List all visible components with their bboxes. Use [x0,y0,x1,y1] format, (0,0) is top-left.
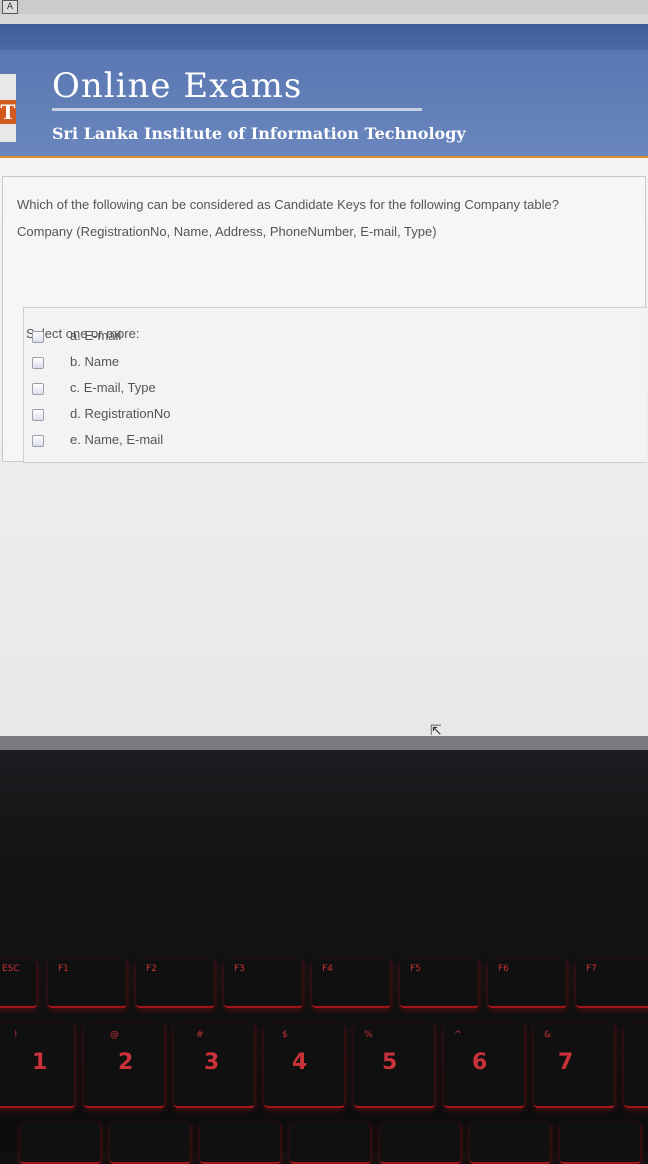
key-1-shift: ! [14,1030,18,1040]
key-6-shift: ^ [454,1030,462,1040]
key-1[interactable]: 1! [0,1024,75,1108]
option-b-label[interactable]: b. Name [70,354,119,369]
option-d-checkbox[interactable] [32,409,44,421]
key-f3-label: F3 [234,964,245,974]
main-content: Which of the following can be considered… [0,158,648,739]
key-r[interactable] [290,1122,371,1164]
key-2-label: 2 [118,1050,134,1075]
key-w[interactable] [110,1122,191,1164]
key-5-label: 5 [382,1050,398,1075]
key-q[interactable] [20,1122,101,1164]
keyboard: ESC F1 F2 F3 F4 F5 F6 F7 1! 2 @ 3 # 4 $ 5% … [0,840,648,1164]
key-8[interactable] [624,1024,648,1108]
option-b-checkbox[interactable] [32,357,44,369]
option-d-label[interactable]: d. RegistrationNo [70,406,170,421]
option-e[interactable]: e. Name, E-mail [32,432,332,452]
question-card: Which of the following can be considered… [2,176,647,463]
browser-gap [0,14,648,24]
key-f5-label: F5 [410,964,421,974]
key-f1-label: F1 [58,964,69,974]
key-3-label: 3 [204,1050,220,1075]
logo-letter: T [0,100,16,124]
header-divider [52,108,422,111]
site-title: Online Exams [52,66,303,106]
key-6[interactable]: 6 ^ [444,1024,525,1108]
key-5[interactable]: 5% [354,1024,435,1108]
key-y[interactable] [470,1122,551,1164]
question-schema: Company (RegistrationNo, Name, Address, … [17,224,437,239]
key-e[interactable] [200,1122,281,1164]
monitor-bezel [0,736,648,750]
key-6-label: 6 [472,1050,488,1075]
key-4-shift: $ [282,1030,288,1040]
key-f1[interactable]: F1 [48,960,127,1008]
question-text: Which of the following can be considered… [17,197,559,212]
answer-block: Select one or more: a. E-mail b. Name c.… [23,307,647,463]
key-4[interactable]: 4 $ [264,1024,345,1108]
key-esc-label: ESC [2,964,20,974]
key-esc[interactable]: ESC [0,960,37,1008]
key-f5[interactable]: F5 [400,960,479,1008]
option-a[interactable]: a. E-mail [32,328,332,348]
key-3[interactable]: 3 # [174,1024,255,1108]
key-t[interactable] [380,1122,461,1164]
browser-top-strip: A [0,0,648,14]
key-f3[interactable]: F3 [224,960,303,1008]
key-f2-label: F2 [146,964,157,974]
page-icon[interactable]: A [2,0,18,14]
key-4-label: 4 [292,1050,308,1075]
question-text-block: Which of the following can be considered… [17,191,637,245]
option-a-checkbox[interactable] [32,331,44,343]
option-e-label[interactable]: e. Name, E-mail [70,432,163,447]
key-u[interactable] [560,1122,641,1164]
key-7-shift: & [544,1030,552,1040]
key-f6-label: F6 [498,964,509,974]
key-f2[interactable]: F2 [136,960,215,1008]
sliit-logo: T [0,74,16,142]
site-header: T Online Exams Sri Lanka Institute of In… [0,50,648,156]
key-7-label: 7 [558,1050,574,1075]
key-f4[interactable]: F4 [312,960,391,1008]
key-7[interactable]: 7 & [534,1024,615,1108]
key-1-label: 1 [32,1050,48,1075]
header-top-band [0,24,648,50]
option-b[interactable]: b. Name [32,354,332,374]
key-f7-label: F7 [586,964,597,974]
key-3-shift: # [196,1030,204,1040]
key-2[interactable]: 2 @ [84,1024,165,1108]
option-a-label[interactable]: a. E-mail [70,328,121,343]
option-c-checkbox[interactable] [32,383,44,395]
site-subtitle: Sri Lanka Institute of Information Techn… [52,124,466,143]
key-f6[interactable]: F6 [488,960,567,1008]
key-f4-label: F4 [322,964,333,974]
key-f7[interactable]: F7 [576,960,648,1008]
key-2-shift: @ [110,1030,119,1040]
option-e-checkbox[interactable] [32,435,44,447]
laptop-body [0,750,648,840]
option-c[interactable]: c. E-mail, Type [32,380,332,400]
option-d[interactable]: d. RegistrationNo [32,406,332,426]
option-c-label[interactable]: c. E-mail, Type [70,380,156,395]
key-5-shift: % [364,1030,373,1040]
